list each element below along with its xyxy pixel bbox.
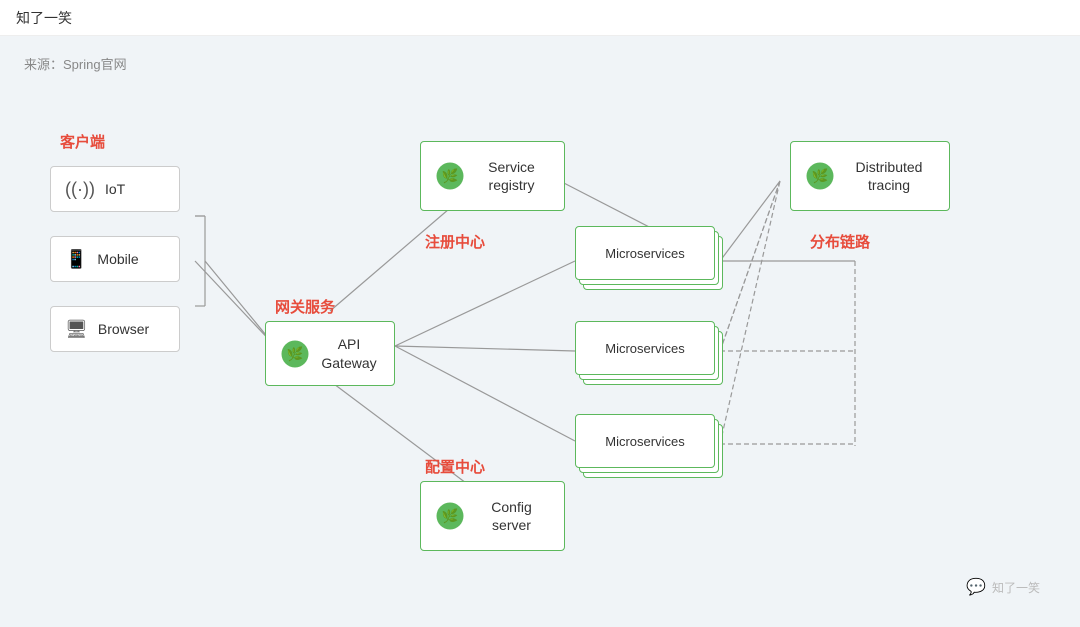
- main-content: 来源：Spring官网: [0, 36, 1080, 627]
- ms-3-label: Microservices: [605, 434, 684, 449]
- watermark: 💬 知了一笑: [966, 577, 1040, 597]
- ms-1-label: Microservices: [605, 246, 684, 261]
- top-bar-title: 知了一笑: [16, 8, 72, 28]
- service-registry-label: Service registry: [473, 158, 550, 194]
- ms-box-3-front: Microservices: [575, 414, 715, 468]
- config-server-box: 🌿 Config server: [420, 481, 565, 551]
- browser-label: Browser: [98, 321, 149, 337]
- distributed-tracing-box: 🌿 Distributed tracing: [790, 141, 950, 211]
- svg-text:🌿: 🌿: [287, 345, 304, 361]
- service-registry-box: 🌿 Service registry: [420, 141, 565, 211]
- browser-icon: 🖥: [65, 319, 88, 340]
- spring-icon-distributed: 🌿: [805, 161, 835, 191]
- spring-icon-registry: 🌿: [435, 161, 465, 191]
- api-gateway-label: API Gateway: [318, 335, 380, 371]
- config-server-label: Config server: [473, 498, 550, 534]
- gateway-label: 网关服务: [275, 296, 335, 317]
- config-label: 配置中心: [425, 456, 485, 477]
- distributed-tracing-label: Distributed tracing: [843, 158, 935, 194]
- source-label: 来源：Spring官网: [24, 54, 127, 73]
- svg-text:🌿: 🌿: [442, 168, 459, 184]
- mobile-label: Mobile: [97, 251, 138, 267]
- svg-text:🌿: 🌿: [442, 508, 459, 524]
- client-section-title: 客户端: [60, 131, 105, 152]
- watermark-text: 知了一笑: [992, 579, 1040, 596]
- distributed-label: 分布链路: [810, 231, 870, 252]
- ms-box-2-front: Microservices: [575, 321, 715, 375]
- browser-client-box: 🖥 Browser: [50, 306, 180, 352]
- registry-label: 注册中心: [425, 231, 485, 252]
- iot-icon: ((·)): [65, 179, 95, 200]
- mobile-icon: 📱: [65, 249, 87, 270]
- top-bar: 知了一笑: [0, 0, 1080, 36]
- spring-icon-gateway: 🌿: [280, 339, 310, 369]
- diagram: 客户端 ((·)) IoT 📱 Mobile 🖥 Browser 网关服务 🌿 …: [20, 86, 1060, 607]
- ms-box-1-front: Microservices: [575, 226, 715, 280]
- spring-icon-config: 🌿: [435, 501, 465, 531]
- iot-client-box: ((·)) IoT: [50, 166, 180, 212]
- api-gateway-box: 🌿 API Gateway: [265, 321, 395, 386]
- ms-2-label: Microservices: [605, 341, 684, 356]
- mobile-client-box: 📱 Mobile: [50, 236, 180, 282]
- svg-text:🌿: 🌿: [812, 168, 829, 184]
- iot-label: IoT: [105, 181, 125, 197]
